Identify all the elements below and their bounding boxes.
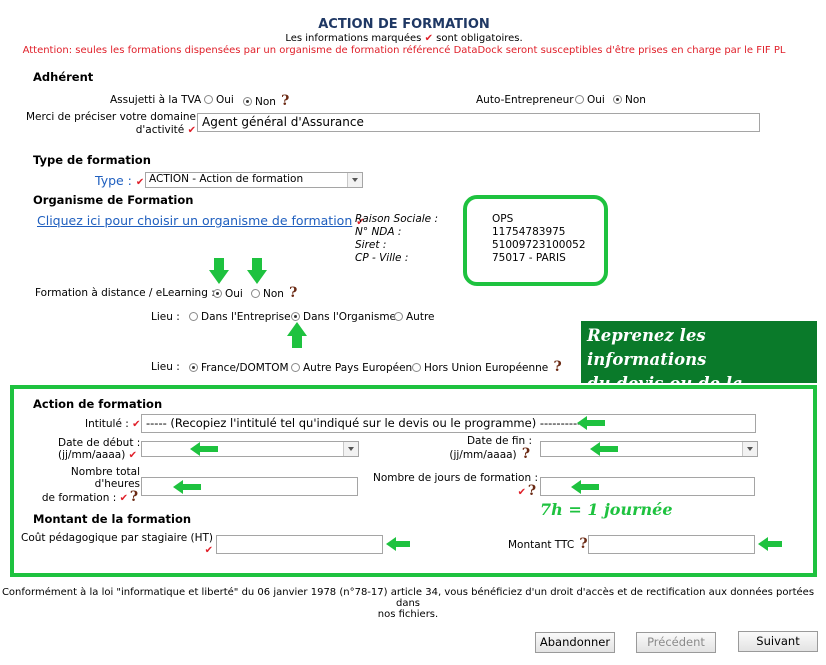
nda-value: 11754783975 [492, 226, 566, 238]
arrow-left-icon [758, 537, 782, 551]
siret-value: 51009723100052 [492, 239, 586, 251]
lieu-label: Lieu : [151, 311, 180, 323]
tva-oui[interactable]: Oui [204, 94, 234, 106]
date-debut-label: Date de début : (jj/mm/aaaa) ✔ [58, 437, 141, 461]
auto-non-radio[interactable] [613, 95, 622, 104]
lieu2-label: Lieu : [151, 361, 180, 373]
tva-non[interactable]: Non ? [243, 94, 291, 108]
lieu-entreprise[interactable]: Dans l'Entreprise [189, 311, 291, 323]
lieu-autre[interactable]: Autre [394, 311, 435, 323]
required-note: Les informations marquées ✔ sont obligat… [285, 33, 523, 44]
next-button[interactable]: Suivant [738, 631, 818, 652]
tva-label: Assujetti à la TVA [110, 94, 202, 106]
cout-input[interactable] [216, 535, 383, 554]
choose-organisme[interactable]: Cliquez ici pour choisir un organisme de… [37, 213, 365, 228]
abandon-button[interactable]: Abandonner [535, 632, 615, 653]
auto-entrepreneur-label: Auto-Entrepreneur [476, 94, 574, 106]
help-icon[interactable]: ? [520, 447, 532, 461]
cout-label: Coût pédagogique par stagiaire (HT) ✔ [21, 532, 213, 556]
domain-label: Merci de préciser votre domaine d'activi… [25, 111, 196, 136]
distance-oui-radio[interactable] [213, 289, 222, 298]
section-adherent: Adhérent [33, 70, 94, 84]
help-icon[interactable]: ? [279, 94, 291, 108]
lieu-organisme-radio[interactable] [291, 312, 300, 321]
required-check-icon: ✔ [132, 419, 141, 430]
chevron-down-icon [347, 173, 362, 187]
date-fin-select[interactable] [540, 441, 758, 457]
section-action-formation: Action de formation [33, 397, 163, 411]
lieu2-france-radio[interactable] [189, 363, 198, 372]
type-label: Type : ✔ [95, 173, 145, 188]
chevron-down-icon [343, 442, 358, 456]
distance-non-radio[interactable] [251, 289, 260, 298]
ttc-label: Montant TTC ? [508, 536, 588, 552]
required-check-icon: ✔ [517, 487, 526, 498]
arrow-left-icon [173, 480, 201, 494]
cp-label: CP - Ville : [355, 252, 409, 264]
choose-organisme-link[interactable]: Cliquez ici pour choisir un organisme de… [37, 213, 352, 228]
section-type-formation: Type de formation [33, 153, 151, 167]
raison-value: OPS [492, 213, 514, 225]
help-icon[interactable]: ? [287, 286, 299, 300]
distance-non[interactable]: Non ? [251, 286, 299, 300]
legal-notice: Conformément à la loi "informatique et l… [1, 587, 815, 620]
arrow-down-icon [247, 258, 267, 284]
arrow-left-icon [590, 442, 618, 456]
date-fin-label: Date de fin : (jj/mm/aaaa) ? [449, 435, 532, 462]
required-check-icon: ✔ [119, 493, 128, 504]
required-check-icon: ✔ [187, 125, 196, 136]
section-montant: Montant de la formation [33, 512, 192, 526]
required-check-icon: ✔ [128, 450, 138, 461]
distance-oui[interactable]: Oui [213, 288, 243, 300]
arrow-up-icon [287, 322, 307, 348]
domain-input[interactable]: Agent général d'Assurance [197, 113, 760, 132]
lieu2-hors-ue[interactable]: Hors Union Européenne ? [412, 360, 564, 374]
required-check-icon: ✔ [135, 177, 145, 188]
lieu2-france[interactable]: France/DOMTOM [189, 362, 289, 374]
jours-label: Nombre de jours de formation : ✔? [372, 472, 538, 499]
help-icon[interactable]: ? [128, 490, 140, 504]
help-icon[interactable]: ? [526, 484, 538, 498]
chevron-down-icon [742, 442, 757, 456]
auto-oui-radio[interactable] [575, 95, 584, 104]
arrow-down-icon [209, 258, 229, 284]
lieu2-europe-radio[interactable] [291, 363, 300, 372]
required-check-icon: ✔ [204, 545, 213, 556]
lieu-entreprise-radio[interactable] [189, 312, 198, 321]
arrow-left-icon [571, 480, 599, 494]
auto-non[interactable]: Non [613, 94, 646, 106]
section-organisme: Organisme de Formation [33, 193, 194, 207]
type-select[interactable]: ACTION - Action de formation [145, 172, 363, 188]
nda-label: N° NDA : [355, 226, 402, 238]
callout-box: Reprenez les informations du devis ou de… [581, 321, 817, 417]
arrow-left-icon [386, 537, 410, 551]
previous-button[interactable]: Précédent [636, 632, 716, 653]
arrow-left-icon [577, 416, 605, 430]
intitule-input[interactable]: ----- (Recopiez l'intitulé tel qu'indiqu… [141, 414, 756, 433]
datadock-warning: Attention: seules les formations dispens… [22, 45, 786, 56]
cp-value: 75017 - PARIS [492, 252, 566, 264]
help-icon[interactable]: ? [552, 360, 564, 374]
lieu2-hors-ue-radio[interactable] [412, 363, 421, 372]
lieu-autre-radio[interactable] [394, 312, 403, 321]
raison-label: Raison Sociale : [355, 213, 439, 225]
page-title: ACTION DE FORMATION [318, 17, 490, 32]
tva-non-radio[interactable] [243, 97, 252, 106]
tva-oui-radio[interactable] [204, 95, 213, 104]
ttc-input[interactable] [588, 535, 755, 554]
lieu2-europe[interactable]: Autre Pays Européen [291, 362, 412, 374]
heures-label: Nombre total d'heures de formation : ✔? [41, 466, 140, 505]
auto-oui[interactable]: Oui [575, 94, 605, 106]
arrow-left-icon [190, 442, 218, 456]
required-check-icon: ✔ [424, 33, 433, 44]
siret-label: Siret : [355, 239, 387, 251]
intitule-label: Intitulé : ✔ [85, 418, 141, 430]
date-debut-select[interactable] [141, 441, 359, 457]
journee-note: 7h = 1 journée [540, 500, 673, 519]
distance-label: Formation à distance / eLearning : [35, 287, 215, 299]
